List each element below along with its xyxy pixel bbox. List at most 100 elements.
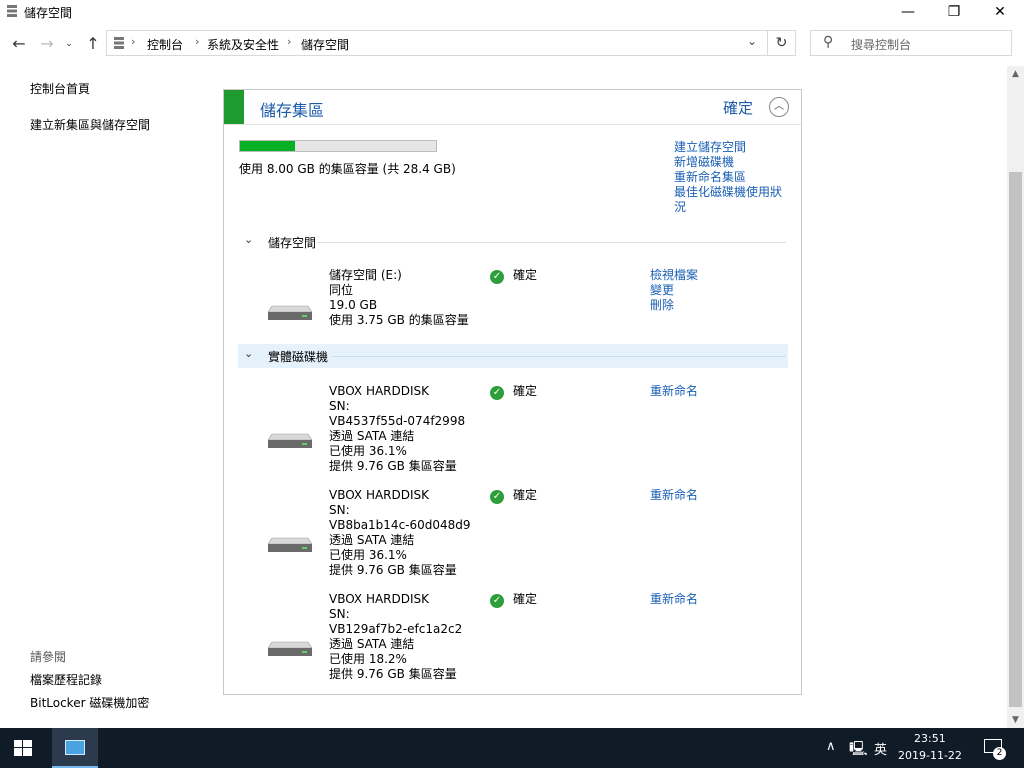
forward-arrow-icon[interactable]: → — [36, 34, 58, 54]
see-also-heading: 請參閱 — [30, 650, 67, 664]
scrollbar-thumb[interactable] — [1009, 172, 1022, 707]
rename-pool-link[interactable]: 重新命名集區 — [674, 170, 782, 185]
drive-model: VBOX HARDDISK — [329, 384, 430, 398]
section-title: 實體磁碟機 — [268, 350, 329, 364]
refresh-icon[interactable]: ↻ — [768, 30, 796, 56]
physical-drives-section-header[interactable]: ⌄ 實體磁碟機 — [238, 344, 788, 368]
space-name: 儲存空間 (E:) — [329, 268, 402, 282]
collapse-chevron-up-icon[interactable]: ︿ — [769, 97, 789, 117]
drive-capacity: 提供 9.76 GB 集區容量 — [329, 459, 457, 473]
vertical-scrollbar[interactable]: ▲ ▼ — [1007, 66, 1024, 728]
pool-usage-bar — [239, 140, 437, 152]
taskbar-control-panel-app[interactable] — [52, 728, 98, 768]
bitlocker-link[interactable]: BitLocker 磁碟機加密 — [30, 694, 149, 711]
address-bar[interactable]: › 控制台 › 系統及安全性 › 儲存空間 ⌄ — [106, 30, 768, 56]
space-resiliency: 同位 — [329, 283, 354, 297]
hard-drive-icon — [267, 300, 313, 325]
up-arrow-icon[interactable]: ↑ — [82, 34, 104, 54]
change-link[interactable]: 變更 — [650, 283, 698, 298]
drive-sn-label: SN: — [329, 399, 350, 413]
clock-time[interactable]: 23:51 — [914, 732, 946, 745]
physical-drive-info: VBOX HARDDISK SN: VB129af7b2-efc1a2c2 透過… — [329, 592, 462, 682]
storage-pool-panel: 儲存集區 確定 ︿ 使用 8.00 GB 的集區容量 (共 28.4 GB) 建… — [223, 89, 802, 695]
space-usage: 使用 3.75 GB 的集區容量 — [329, 313, 469, 327]
space-size: 19.0 GB — [329, 298, 378, 312]
breadcrumb-separator-icon: › — [131, 35, 136, 48]
pool-status: 確定 — [723, 99, 754, 117]
divider — [224, 124, 801, 125]
physical-drive-info: VBOX HARDDISK SN: VB4537f55d-074f2998 透過… — [329, 384, 465, 474]
breadcrumb-control-panel[interactable]: 控制台 — [147, 36, 183, 53]
rename-drive-link[interactable]: 重新命名 — [650, 384, 698, 399]
close-button[interactable]: ✕ — [977, 0, 1023, 24]
storage-spaces-section-header[interactable]: ⌄ 儲存空間 — [238, 230, 788, 254]
drive-capacity: 提供 9.76 GB 集區容量 — [329, 667, 457, 681]
breadcrumb-storage-spaces[interactable]: 儲存空間 — [301, 36, 349, 53]
drive-connection: 透過 SATA 連結 — [329, 429, 415, 443]
add-drives-link[interactable]: 新增磁碟機 — [674, 155, 782, 170]
status-ok-check-icon: ✓ — [490, 270, 504, 284]
divider — [333, 356, 786, 357]
maximize-button[interactable]: ❐ — [931, 0, 977, 24]
back-arrow-icon[interactable]: ← — [8, 34, 30, 54]
notification-count-badge: 2 — [993, 747, 1006, 760]
section-title: 儲存空間 — [268, 236, 317, 250]
drive-status: 確定 — [513, 488, 538, 502]
title-bar: 儲存空間 — ❐ ✕ — [0, 0, 1024, 24]
drive-sn-label: SN: — [329, 503, 350, 517]
scroll-up-arrow-icon[interactable]: ▲ — [1007, 66, 1024, 82]
drive-serial: VB8ba1b14c-60d048d9 — [329, 518, 471, 532]
scroll-down-arrow-icon[interactable]: ▼ — [1007, 712, 1024, 728]
search-input[interactable]: 搜尋控制台 — [851, 36, 911, 53]
breadcrumb-separator-icon[interactable]: › — [287, 35, 291, 48]
address-dropdown-icon[interactable]: ⌄ — [747, 34, 757, 48]
clock-date[interactable]: 2019-11-22 — [898, 749, 962, 762]
status-ok-check-icon: ✓ — [490, 594, 504, 608]
drive-sn-label: SN: — [329, 607, 350, 621]
windows-start-icon[interactable] — [14, 740, 32, 756]
pool-actions: 建立儲存空間 新增磁碟機 重新命名集區 最佳化磁碟機使用狀 況 — [674, 140, 782, 215]
rename-drive-link[interactable]: 重新命名 — [650, 592, 698, 607]
delete-link[interactable]: 刪除 — [650, 298, 698, 313]
drive-serial: VB129af7b2-efc1a2c2 — [329, 622, 463, 636]
pool-usage-text: 使用 8.00 GB 的集區容量 (共 28.4 GB) — [239, 162, 456, 176]
divider — [318, 242, 786, 243]
taskbar: ∧ 🖳 英 23:51 2019-11-22 2 — [0, 728, 1024, 768]
minimize-button[interactable]: — — [885, 0, 931, 24]
drive-connection: 透過 SATA 連結 — [329, 533, 415, 547]
pool-status-bar — [224, 90, 244, 124]
optimize-drive-usage-link-cont[interactable]: 況 — [674, 200, 782, 215]
drive-capacity: 提供 9.76 GB 集區容量 — [329, 563, 457, 577]
storage-space-info: 儲存空間 (E:) 同位 19.0 GB 使用 3.75 GB 的集區容量 — [329, 268, 469, 328]
drive-model: VBOX HARDDISK — [329, 592, 430, 606]
create-pool-link[interactable]: 建立新集區與儲存空間 — [30, 116, 150, 133]
file-history-link[interactable]: 檔案歷程記錄 — [30, 671, 102, 688]
drive-used: 已使用 36.1% — [329, 444, 407, 458]
storage-spaces-icon — [6, 4, 18, 18]
search-icon: ⚲ — [823, 34, 834, 50]
recent-locations-chevron-icon[interactable]: ⌄ — [62, 34, 76, 54]
window-title: 儲存空間 — [24, 6, 73, 20]
control-panel-home-link[interactable]: 控制台首頁 — [30, 80, 90, 97]
breadcrumb-separator-icon[interactable]: › — [195, 35, 199, 48]
drive-serial: VB4537f55d-074f2998 — [329, 414, 466, 428]
drive-model: VBOX HARDDISK — [329, 488, 430, 502]
network-icon[interactable]: 🖳 — [849, 738, 868, 762]
rename-drive-link[interactable]: 重新命名 — [650, 488, 698, 503]
pool-usage-fill — [240, 141, 295, 151]
ime-indicator[interactable]: 英 — [874, 739, 887, 758]
status-ok-check-icon: ✓ — [490, 386, 504, 400]
storage-spaces-icon — [113, 36, 125, 50]
search-box[interactable]: ⚲ 搜尋控制台 — [810, 30, 1012, 56]
breadcrumb-system-security[interactable]: 系統及安全性 — [207, 36, 279, 53]
view-files-link[interactable]: 檢視檔案 — [650, 268, 698, 283]
optimize-drive-usage-link[interactable]: 最佳化磁碟機使用狀 — [674, 185, 782, 200]
hard-drive-icon — [267, 636, 313, 661]
chevron-up-icon[interactable]: ∧ — [826, 739, 836, 754]
drive-status: 確定 — [513, 384, 538, 398]
physical-drive-info: VBOX HARDDISK SN: VB8ba1b14c-60d048d9 透過… — [329, 488, 471, 578]
hard-drive-icon — [267, 532, 313, 557]
chevron-down-icon: ⌄ — [244, 233, 254, 246]
create-storage-space-link[interactable]: 建立儲存空間 — [674, 140, 782, 155]
status-ok-check-icon: ✓ — [490, 490, 504, 504]
